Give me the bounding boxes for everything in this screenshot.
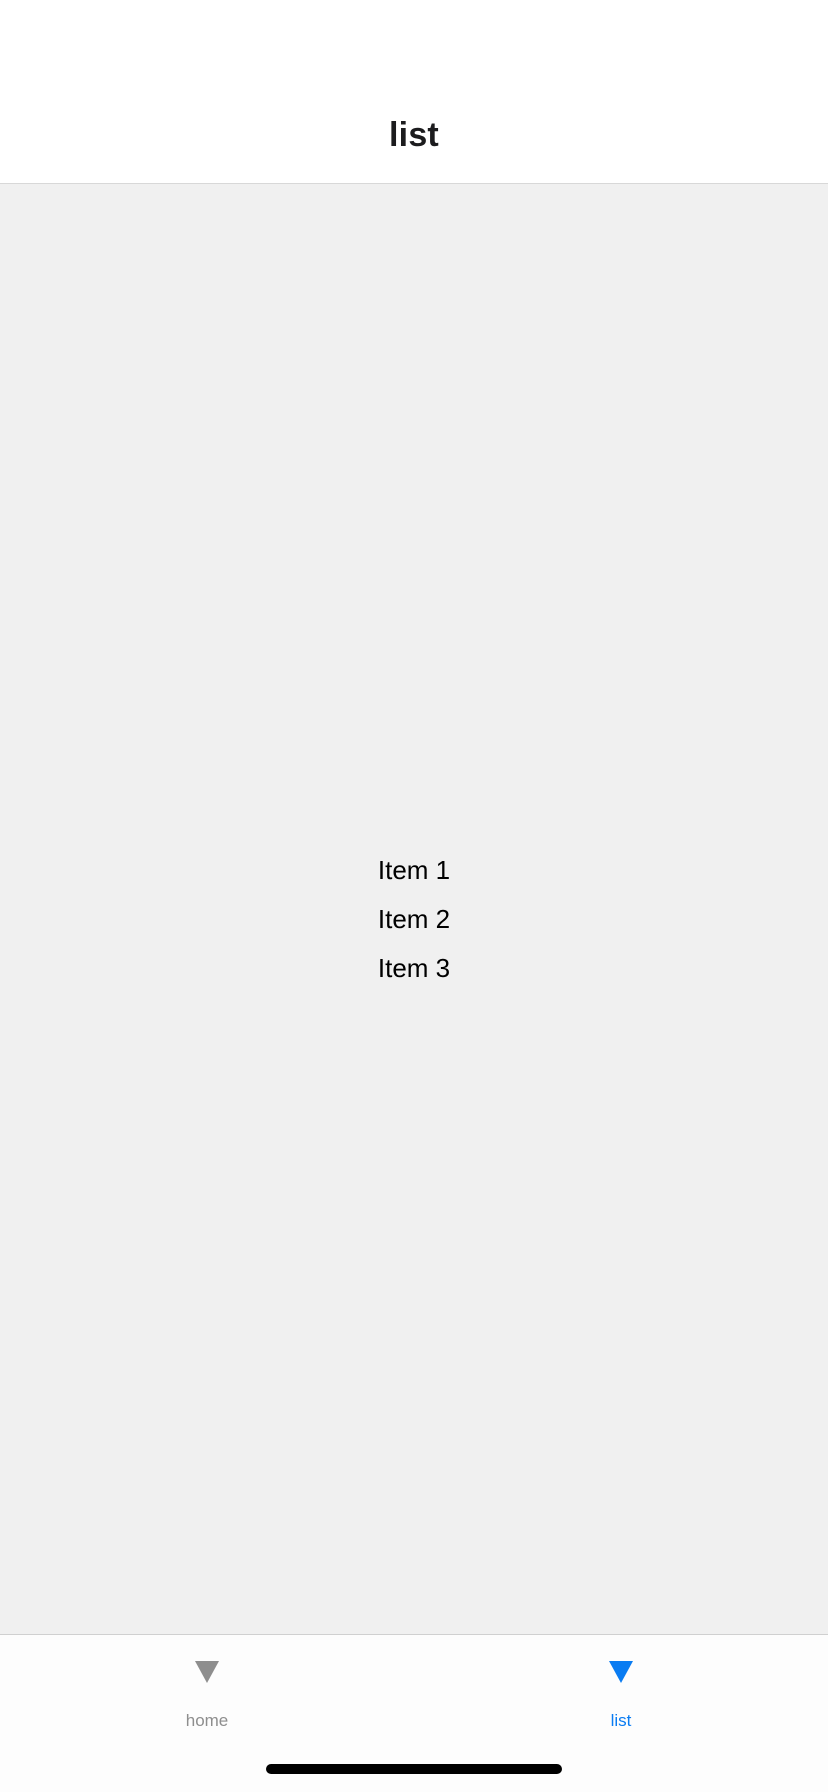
item-list: Item 1 Item 2 Item 3 [378, 846, 450, 993]
page-title: list [389, 116, 439, 154]
list-item: Item 3 [377, 952, 451, 983]
list-item: Item 1 [377, 854, 451, 885]
triangle-down-icon [609, 1661, 633, 1683]
app-screen: list Item 1 Item 2 Item 3 home list [0, 0, 828, 1792]
tab-home[interactable]: home [0, 1635, 414, 1745]
tab-list-label: list [610, 1711, 632, 1730]
tab-list[interactable]: list [414, 1635, 828, 1745]
list-item: Item 2 [377, 903, 451, 934]
content-area: Item 1 Item 2 Item 3 [0, 184, 828, 1634]
tab-home-label: home [185, 1711, 229, 1730]
navigation-header: list [0, 0, 828, 184]
triangle-down-icon [195, 1661, 219, 1683]
home-indicator[interactable] [266, 1764, 562, 1774]
